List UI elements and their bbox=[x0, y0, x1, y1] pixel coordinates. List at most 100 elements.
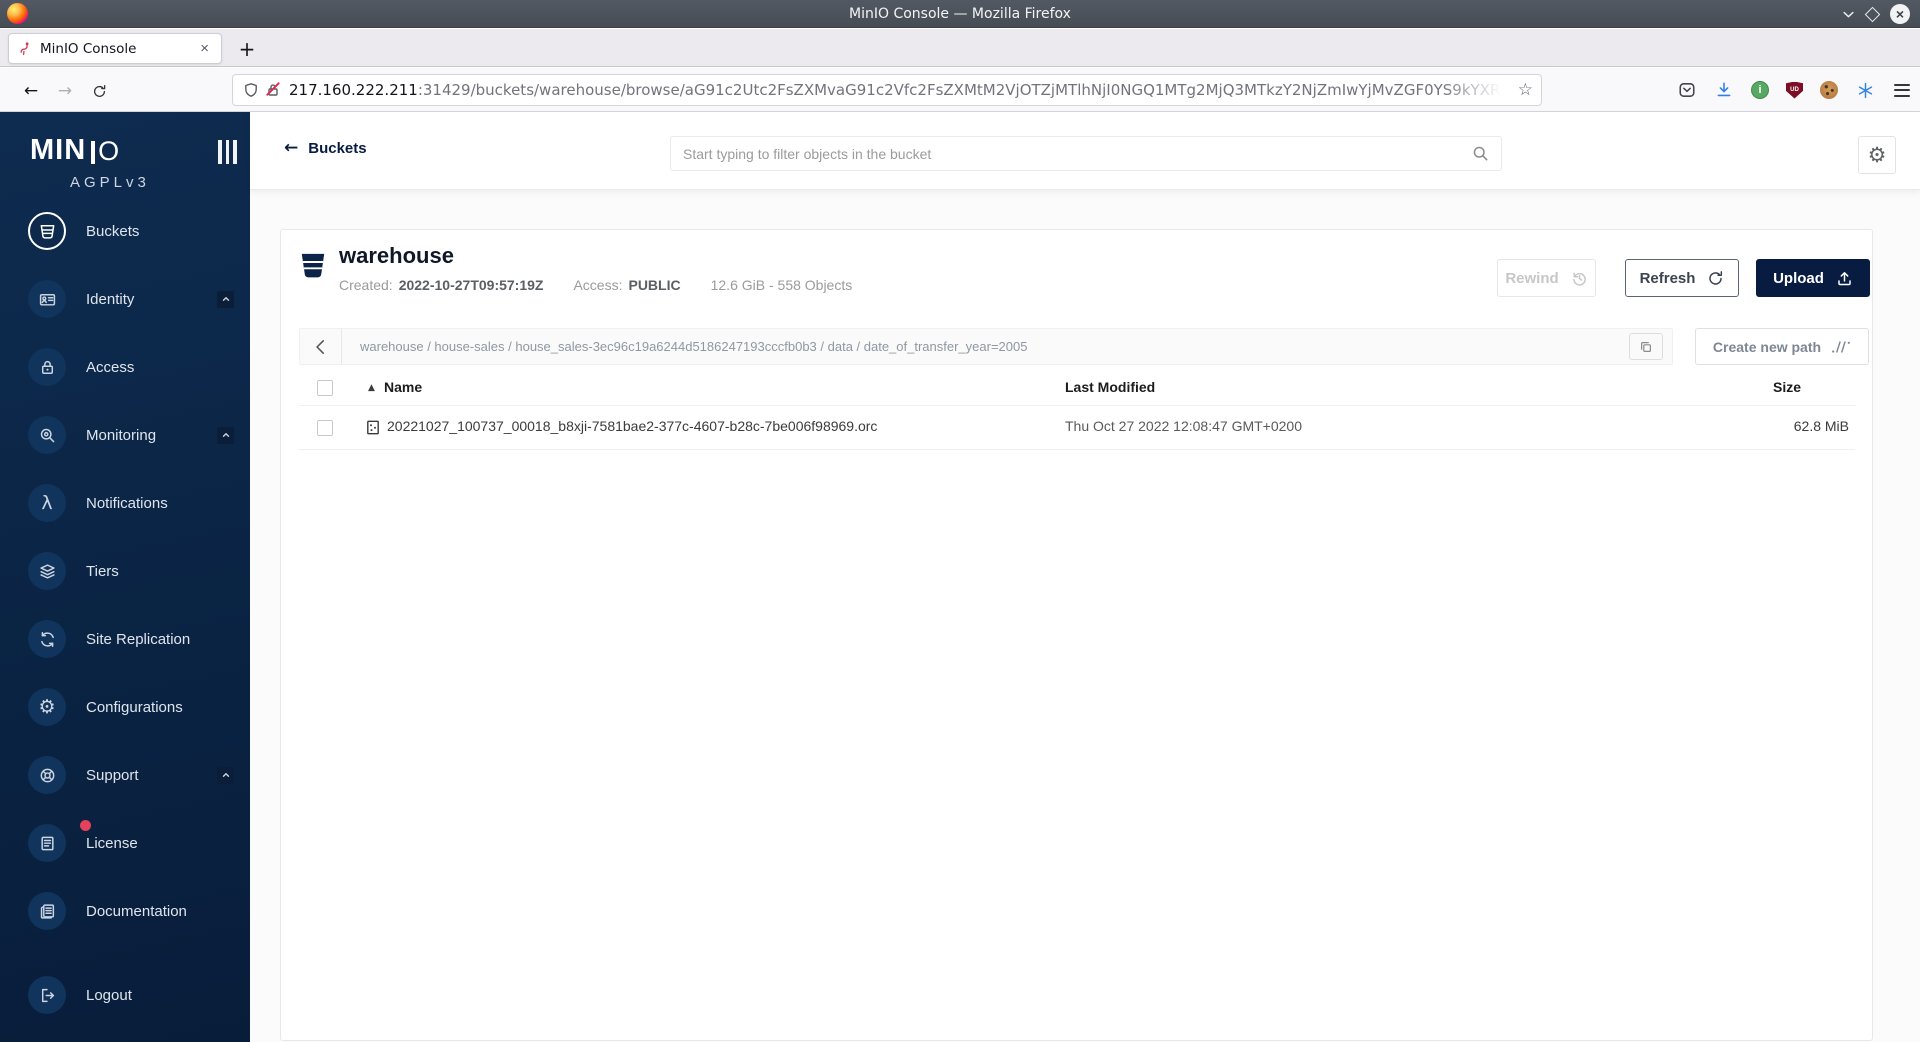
object-table-row[interactable]: 20221027_100737_00018_b8xji-7581bae2-377… bbox=[299, 406, 1855, 450]
cookie-extension-icon[interactable] bbox=[1820, 81, 1838, 99]
created-value: 2022-10-27T09:57:19Z bbox=[398, 277, 544, 293]
monitoring-search-icon bbox=[28, 416, 66, 454]
select-all-checkbox[interactable] bbox=[317, 380, 333, 396]
bucket-icon-large bbox=[299, 250, 327, 282]
sidebar-item-support[interactable]: Support bbox=[20, 753, 240, 797]
create-path-label: Create new path bbox=[1712, 338, 1822, 355]
url-path: :31429/buckets/warehouse/browse/aG91c2Ut… bbox=[417, 81, 1512, 99]
sidebar-item-buckets[interactable]: Buckets bbox=[20, 209, 240, 253]
reload-button[interactable] bbox=[86, 78, 112, 104]
object-file-icon bbox=[365, 419, 381, 436]
sidebar-item-monitoring[interactable]: Monitoring bbox=[20, 413, 240, 457]
sidebar-item-tiers[interactable]: Tiers bbox=[20, 549, 240, 593]
upload-icon bbox=[1836, 270, 1853, 287]
chevron-up-icon[interactable] bbox=[217, 766, 234, 784]
sidebar-item-identity[interactable]: Identity bbox=[20, 277, 240, 321]
sidebar-item-label: Documentation bbox=[86, 902, 187, 920]
sidebar-collapse-icon[interactable] bbox=[218, 140, 237, 164]
create-new-path-button[interactable]: Create new path bbox=[1695, 328, 1869, 365]
chevron-up-icon[interactable] bbox=[217, 426, 234, 444]
back-to-buckets-link[interactable]: ← Buckets bbox=[284, 138, 367, 158]
bucket-meta: Created: 2022-10-27T09:57:19Z Access: PU… bbox=[339, 277, 852, 293]
tracking-shield-icon[interactable] bbox=[243, 82, 259, 98]
refresh-icon bbox=[1707, 270, 1724, 287]
gear-icon: ⚙ bbox=[28, 688, 66, 726]
back-button[interactable]: ← bbox=[18, 78, 44, 104]
extension-asterisk-icon[interactable] bbox=[1855, 80, 1875, 100]
sidebar-item-site-replication[interactable]: Site Replication bbox=[20, 617, 240, 661]
upload-button[interactable]: Upload bbox=[1756, 259, 1870, 297]
license-document-icon bbox=[28, 824, 66, 862]
tab-favicon-flamingo-icon bbox=[17, 41, 32, 56]
lock-icon bbox=[28, 348, 66, 386]
logo-o: O bbox=[98, 136, 120, 166]
bucket-icon bbox=[28, 212, 66, 250]
downloads-icon[interactable] bbox=[1714, 80, 1734, 100]
sidebar-item-access[interactable]: Access bbox=[20, 345, 240, 389]
app-window: MinIO Console — Mozilla Firefox × MinIO … bbox=[0, 0, 1920, 1042]
object-filter-search bbox=[670, 136, 1502, 171]
sidebar-item-label: Logout bbox=[86, 986, 132, 1004]
menu-hamburger-icon[interactable] bbox=[1892, 80, 1912, 100]
breadcrumb-back-button[interactable] bbox=[300, 329, 342, 364]
support-lifering-icon bbox=[28, 756, 66, 794]
pocket-icon[interactable] bbox=[1677, 80, 1697, 100]
bucket-name-title: warehouse bbox=[339, 243, 454, 268]
breadcrumb-bar: warehouse / house-sales / house_sales-3e… bbox=[299, 328, 1673, 365]
chevron-up-icon[interactable] bbox=[217, 290, 234, 308]
lambda-icon: λ bbox=[28, 484, 66, 522]
maximize-icon[interactable] bbox=[1864, 6, 1881, 22]
column-header-name[interactable]: Name bbox=[384, 379, 422, 395]
ublock-origin-icon[interactable]: UD bbox=[1786, 81, 1803, 99]
access-value[interactable]: PUBLIC bbox=[628, 277, 680, 293]
minimize-icon[interactable] bbox=[1842, 8, 1855, 21]
sidebar-item-label: Support bbox=[86, 766, 139, 784]
object-name[interactable]: 20221027_100737_00018_b8xji-7581bae2-377… bbox=[387, 418, 877, 434]
window-close-icon[interactable]: × bbox=[1890, 4, 1910, 24]
column-header-last-modified[interactable]: Last Modified bbox=[1065, 379, 1155, 395]
sidebar-item-license[interactable]: License bbox=[20, 820, 240, 865]
row-checkbox[interactable] bbox=[317, 420, 333, 436]
url-text[interactable]: 217.160.222.211:31429/buckets/warehouse/… bbox=[289, 81, 1512, 99]
sidebar-item-documentation[interactable]: Documentation bbox=[20, 889, 240, 933]
back-arrow-icon: ← bbox=[284, 138, 299, 158]
object-last-modified: Thu Oct 27 2022 12:08:47 GMT+0200 bbox=[1065, 418, 1302, 434]
rewind-button[interactable]: Rewind bbox=[1497, 259, 1596, 297]
new-tab-button[interactable]: + bbox=[232, 33, 262, 64]
sidebar-item-configurations[interactable]: ⚙ Configurations bbox=[20, 685, 240, 729]
back-link-label: Buckets bbox=[308, 139, 367, 157]
page-header: ← Buckets ⚙ bbox=[250, 112, 1920, 190]
sidebar-item-notifications[interactable]: λ Notifications bbox=[20, 481, 240, 525]
documentation-book-icon bbox=[28, 892, 66, 930]
sidebar-item-label: Buckets bbox=[86, 222, 140, 240]
sidebar-item-label: Configurations bbox=[86, 698, 183, 716]
sidebar-item-logout[interactable]: Logout bbox=[20, 973, 240, 1017]
logout-icon bbox=[28, 976, 66, 1014]
url-bar[interactable]: 217.160.222.211:31429/buckets/warehouse/… bbox=[232, 74, 1542, 106]
forward-button[interactable]: → bbox=[52, 78, 78, 104]
settings-gear-button[interactable]: ⚙ bbox=[1858, 136, 1896, 174]
tab-title: MinIO Console bbox=[40, 40, 137, 57]
refresh-label: Refresh bbox=[1639, 269, 1696, 287]
created-label: Created: bbox=[339, 277, 393, 293]
refresh-button[interactable]: Refresh bbox=[1625, 259, 1739, 297]
gear-icon: ⚙ bbox=[1867, 143, 1887, 167]
window-titlebar[interactable]: MinIO Console — Mozilla Firefox × bbox=[0, 0, 1920, 28]
column-header-size[interactable]: Size bbox=[1773, 379, 1801, 395]
copy-path-button[interactable] bbox=[1629, 333, 1663, 360]
sidebar: MIN O AGPLv3 Buckets Identity Access Mon… bbox=[0, 112, 250, 1042]
logo-bar bbox=[91, 141, 96, 164]
breadcrumb-path[interactable]: warehouse / house-sales / house_sales-3e… bbox=[360, 339, 1629, 354]
sidebar-item-label: Notifications bbox=[86, 494, 168, 512]
sort-ascending-icon[interactable]: ▲ bbox=[368, 383, 375, 393]
tab-close-icon[interactable]: × bbox=[196, 40, 213, 57]
extension-green-icon[interactable]: i bbox=[1751, 81, 1769, 99]
navigation-toolbar: ← → 217.160.222.211:31429/buckets/wareho… bbox=[0, 68, 1920, 112]
browser-tab[interactable]: MinIO Console × bbox=[8, 33, 222, 64]
bookmark-star-icon[interactable]: ☆ bbox=[1518, 80, 1533, 100]
replication-arrows-icon bbox=[28, 620, 66, 658]
insecure-lock-icon[interactable] bbox=[265, 81, 281, 98]
search-input[interactable] bbox=[671, 145, 1472, 162]
toolbar-extensions: i UD bbox=[1677, 76, 1912, 104]
window-title: MinIO Console — Mozilla Firefox bbox=[849, 5, 1071, 22]
